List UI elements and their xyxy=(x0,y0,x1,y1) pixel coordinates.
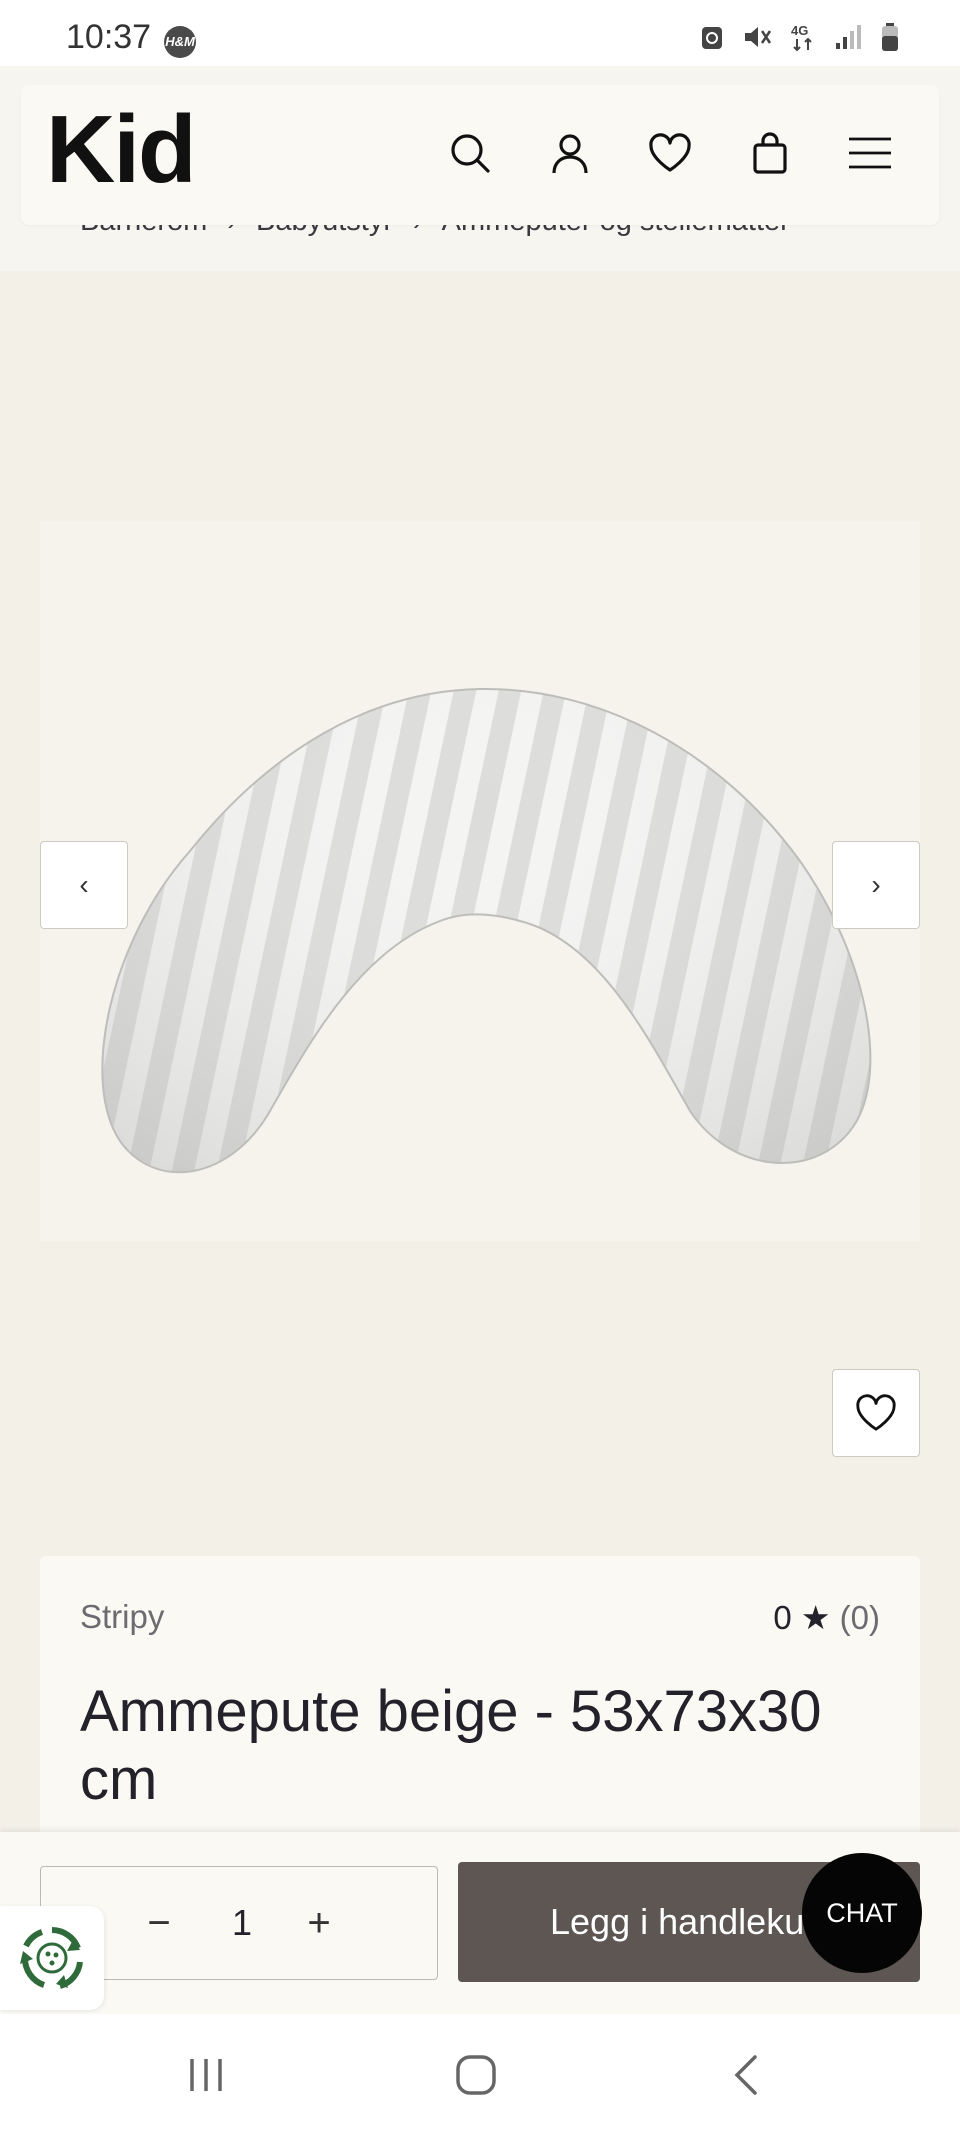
status-time: 10:37 xyxy=(66,18,152,56)
chat-button[interactable]: CHAT xyxy=(802,1853,922,1973)
product-rating[interactable]: 0 ★ (0) xyxy=(773,1598,880,1637)
menu-icon[interactable] xyxy=(842,125,898,181)
recent-apps-icon[interactable] xyxy=(166,2040,246,2110)
cart-icon[interactable] xyxy=(742,125,798,181)
quantity-increment-button[interactable]: + xyxy=(294,1898,344,1948)
gallery-next-button[interactable]: › xyxy=(832,841,920,929)
status-icons: 4G xyxy=(700,22,900,52)
back-icon[interactable] xyxy=(706,2040,786,2110)
search-icon[interactable] xyxy=(442,125,498,181)
hm-app-icon: H&M xyxy=(164,26,196,58)
star-icon: ★ xyxy=(800,1599,831,1636)
heart-icon xyxy=(856,1394,896,1431)
battery-icon xyxy=(882,23,898,51)
product-image[interactable] xyxy=(40,521,920,1241)
quantity-value[interactable]: 1 xyxy=(222,1898,262,1948)
quantity-decrement-button[interactable]: − xyxy=(134,1898,184,1948)
signal-icon xyxy=(836,25,861,49)
recycle-notification-icon xyxy=(702,27,722,49)
mute-icon xyxy=(745,27,772,47)
product-brand[interactable]: Stripy xyxy=(80,1598,164,1636)
gallery-prev-button[interactable]: ‹ xyxy=(40,841,128,929)
product-gallery xyxy=(0,271,960,1556)
home-icon[interactable] xyxy=(436,2040,516,2110)
product-title: Ammepute beige - 53x73x30 cm xyxy=(80,1679,822,1812)
recycle-badge[interactable] xyxy=(0,1906,104,2010)
rating-value: 0 xyxy=(773,1599,792,1636)
kid-logo[interactable]: Kid xyxy=(46,102,197,198)
svg-text:4G: 4G xyxy=(791,23,808,38)
account-icon[interactable] xyxy=(542,125,598,181)
rating-count: (0) xyxy=(839,1599,880,1636)
wishlist-icon[interactable] xyxy=(642,125,698,181)
recycle-icon xyxy=(20,1927,83,1989)
network-4g-icon: 4G xyxy=(791,23,812,52)
add-to-wishlist-button[interactable] xyxy=(832,1369,920,1457)
